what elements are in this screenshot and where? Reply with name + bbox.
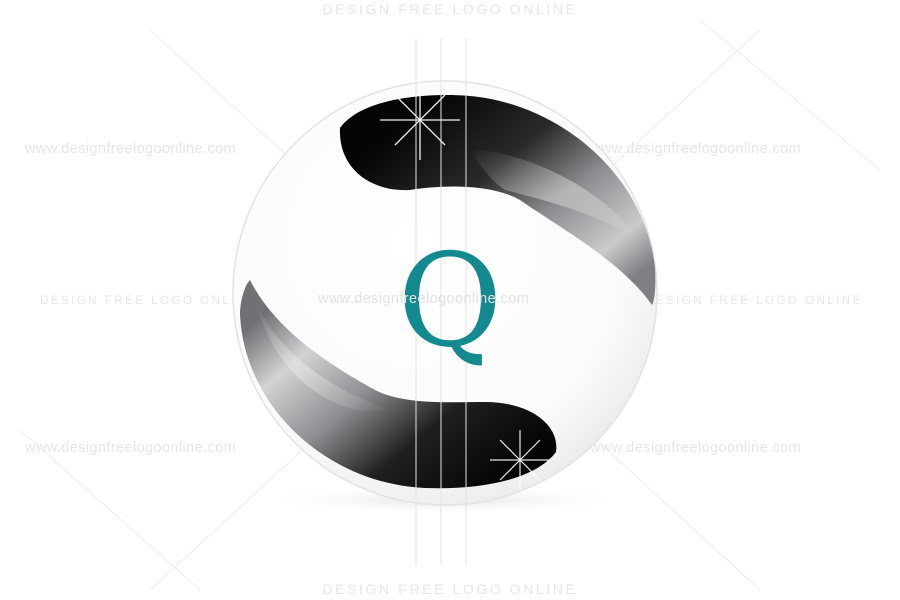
- watermark-url-center: www.designfreelogoonline.com: [318, 291, 530, 307]
